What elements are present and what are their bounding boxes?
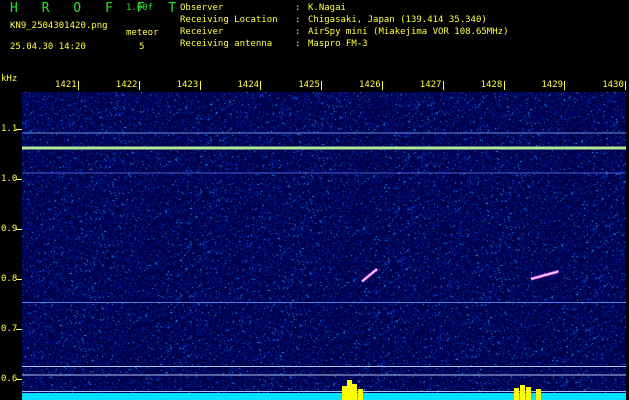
meteor-count: 5 [139, 42, 145, 52]
signal-peak [342, 386, 347, 400]
signal-peak [526, 387, 531, 400]
y-tick-label: 0.7 [1, 324, 18, 334]
spectrogram [22, 92, 626, 400]
x-tick-label: 1430 [602, 80, 624, 90]
info-value: Chigasaki, Japan (139.414 35.340) [308, 15, 487, 25]
x-tick-mark [260, 81, 262, 90]
x-tick-label: 1427 [419, 80, 442, 90]
meteor-echo-core [361, 268, 378, 282]
x-tick-label: 1424 [237, 80, 260, 90]
x-tick-label: 1422 [115, 80, 138, 90]
datetime-label: 25.04.30 14:20 [10, 42, 86, 52]
info-key: Observer [180, 3, 224, 13]
signal-peak [514, 388, 519, 400]
meteor-echo-core [530, 271, 559, 280]
info-value: Maspro FM-3 [308, 39, 368, 49]
y-tick-label: 0.8 [1, 274, 18, 284]
x-tick-mark [503, 81, 505, 90]
signal-peak [358, 389, 363, 400]
y-tick-label: 0.6 [1, 374, 18, 384]
signal-peak [536, 389, 541, 400]
signal-peak [347, 380, 352, 400]
x-tick-mark [321, 81, 323, 90]
app-title: H R O F F T [10, 1, 185, 16]
x-tick-mark [442, 81, 444, 90]
x-tick-label: 1428 [480, 80, 503, 90]
y-tick-label: 0.9 [1, 224, 18, 234]
y-tick-label: 1.1 [1, 124, 18, 134]
x-tick-label: 1421 [55, 80, 77, 90]
x-tick-mark [199, 81, 201, 90]
info-key: Receiving Location [180, 15, 278, 25]
signal-peak [352, 384, 357, 400]
signal-baseline [22, 393, 626, 400]
info-key: Receiver [180, 27, 224, 37]
version-label: 1.00f [126, 3, 154, 13]
info-value: K.Nagai [308, 3, 346, 13]
spectrogram-overlay [22, 132, 626, 400]
x-tick-mark [138, 81, 140, 90]
filename-label: KN9_2504301420.png [10, 21, 108, 31]
x-tick-mark [78, 81, 79, 90]
x-tick-label: 1425 [298, 80, 320, 90]
meteor-label: meteor [126, 28, 159, 38]
y-tick-label: 1.0 [1, 174, 18, 184]
info-value: AirSpy mini (Miakejima VOR 108.65MHz) [308, 27, 509, 37]
info-key: Receiving antenna [180, 39, 273, 49]
header-panel: H R O F F T 1.00f KN9_2504301420.png met… [0, 0, 629, 72]
signal-peak [520, 385, 525, 400]
x-tick-label: 1429 [541, 80, 564, 90]
y-unit-label: kHz [1, 74, 18, 84]
x-tick-mark [382, 81, 383, 90]
info-row-antenna: Receiving antenna: Maspro FM-3 [180, 39, 368, 49]
x-tick-mark [564, 81, 566, 90]
x-tick-label: 1423 [176, 80, 199, 90]
x-tick-mark [625, 81, 627, 90]
x-tick-label: 1426 [359, 80, 381, 90]
